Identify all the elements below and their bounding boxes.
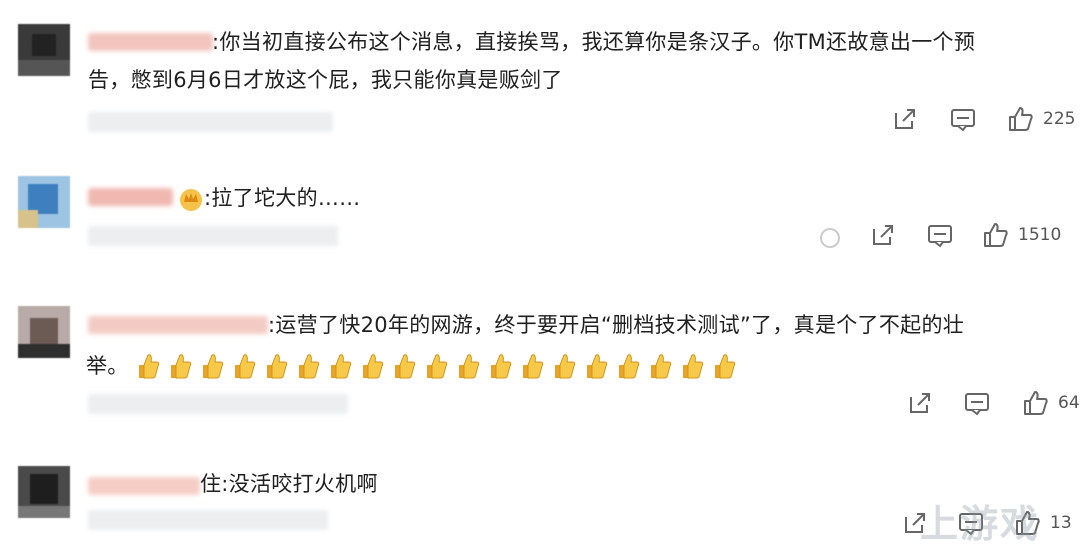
- comment-text-line1: :你当初直接公布这个消息，直接挨骂，我还算你是条汉子。你TM还故意出一个预: [212, 30, 976, 54]
- thumbs-up-emoji: [234, 354, 255, 379]
- thumbs-up-emoji: [586, 354, 607, 379]
- thumbs-up-emoji: [330, 354, 351, 379]
- username-blurred[interactable]: [88, 316, 268, 334]
- thumbs-up-emoji: [138, 354, 159, 379]
- comment-text-line2: 举。: [86, 348, 741, 384]
- comment-icon: [965, 393, 989, 416]
- like-button[interactable]: 1510: [980, 220, 1061, 250]
- like-button[interactable]: 225: [1005, 104, 1075, 134]
- timestamp-blurred: [88, 394, 348, 414]
- comment-text-line2: 告，憋到6月6日才放这个屁，我只能你真是贩剑了: [88, 68, 563, 92]
- thumbs-up-emoji: [426, 354, 447, 379]
- thumbs-up-emoji: [554, 354, 575, 379]
- timestamp-blurred: [88, 510, 328, 530]
- like-count: 13: [1050, 513, 1072, 533]
- thumbs-up-emoji: [362, 354, 383, 379]
- thumbs-up-emoji: [650, 354, 671, 379]
- timestamp-blurred: [88, 112, 333, 132]
- avatar[interactable]: [18, 24, 70, 76]
- more-options[interactable]: [815, 223, 845, 253]
- avatar[interactable]: [18, 176, 70, 228]
- like-count: 1510: [1018, 225, 1062, 245]
- crown-icon: [180, 189, 202, 211]
- comment-button[interactable]: [962, 388, 992, 418]
- thumbs-up-emoji: [202, 354, 223, 379]
- thumbs-up-emoji: [618, 354, 639, 379]
- comment-text-line1: :拉了坨大的……: [204, 186, 361, 210]
- username-blurred[interactable]: [88, 188, 173, 206]
- thumbs-up-emoji: [170, 354, 191, 379]
- comment-icon: [951, 109, 975, 132]
- comment-text-line2-label: 举。: [86, 354, 129, 378]
- thumbs-up-emoji: [490, 354, 511, 379]
- username-blurred[interactable]: [88, 33, 213, 51]
- share-icon: [910, 393, 930, 413]
- thumbs-up-emoji: [522, 354, 543, 379]
- thumbs-up-emoji: [458, 354, 479, 379]
- thumbs-up-emoji-row: [133, 351, 741, 381]
- avatar[interactable]: [18, 306, 70, 358]
- thumbs-up-emoji: [394, 354, 415, 379]
- share-icon: [873, 225, 893, 245]
- thumbs-up-emoji: [714, 354, 735, 379]
- share-button[interactable]: [890, 104, 920, 134]
- comment-button[interactable]: [948, 104, 978, 134]
- comment-button[interactable]: [925, 220, 955, 250]
- info-circle-icon: [820, 228, 840, 248]
- thumbs-up-emoji: [298, 354, 319, 379]
- thumbs-up-icon: [984, 223, 1008, 247]
- watermark-logo: 上游戏: [919, 502, 1040, 546]
- comment-text-line1: 住:没活咬打火机啊: [200, 472, 378, 496]
- timestamp-blurred: [88, 226, 338, 246]
- like-count: 64: [1058, 393, 1080, 413]
- share-button[interactable]: [905, 388, 935, 418]
- thumbs-up-emoji: [266, 354, 287, 379]
- share-button[interactable]: [868, 220, 898, 250]
- like-button[interactable]: 64: [1020, 388, 1080, 418]
- thumbs-up-icon: [1024, 391, 1048, 415]
- share-icon: [895, 109, 915, 129]
- username-blurred[interactable]: [88, 477, 200, 495]
- thumbs-up-icon: [1009, 107, 1033, 131]
- comment-icon: [928, 225, 952, 248]
- thumbs-up-emoji: [682, 354, 703, 379]
- avatar[interactable]: [18, 466, 70, 518]
- like-count: 225: [1043, 109, 1076, 129]
- comment-text-line1: :运营了快20年的网游，终于要开启“删档技术测试”了，真是个了不起的壮: [268, 313, 965, 337]
